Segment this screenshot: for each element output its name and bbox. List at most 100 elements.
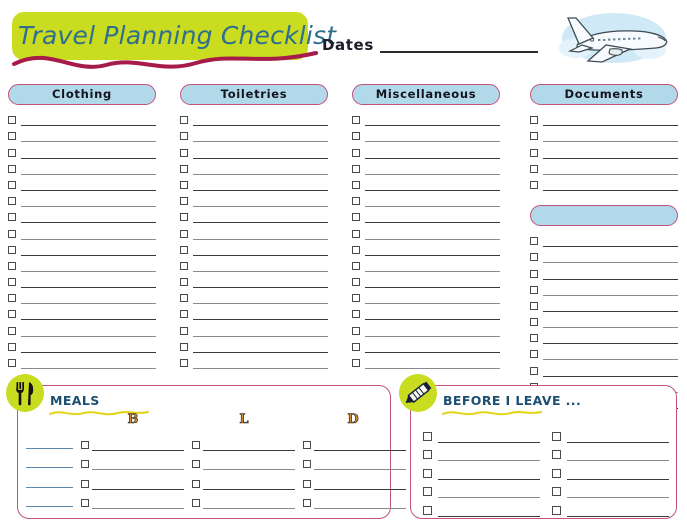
checkbox[interactable] bbox=[303, 440, 311, 449]
checkbox[interactable] bbox=[352, 342, 360, 351]
checkbox[interactable] bbox=[81, 499, 89, 507]
checkbox[interactable] bbox=[423, 431, 432, 441]
checkbox[interactable] bbox=[180, 342, 188, 351]
write-line[interactable] bbox=[365, 238, 500, 240]
checkbox[interactable] bbox=[180, 359, 188, 367]
checkbox[interactable] bbox=[530, 366, 538, 375]
checkbox[interactable] bbox=[81, 479, 89, 488]
write-line[interactable] bbox=[567, 515, 669, 517]
checkbox[interactable] bbox=[8, 245, 16, 254]
checkbox[interactable] bbox=[81, 440, 89, 449]
checkbox[interactable] bbox=[530, 334, 538, 343]
checkbox[interactable] bbox=[352, 164, 360, 173]
write-line[interactable] bbox=[543, 157, 678, 159]
checkbox[interactable] bbox=[180, 229, 188, 238]
checkbox[interactable] bbox=[352, 180, 360, 189]
write-line[interactable] bbox=[193, 141, 328, 143]
write-line[interactable] bbox=[21, 351, 156, 353]
checkbox[interactable] bbox=[180, 213, 188, 222]
checkbox[interactable] bbox=[8, 132, 16, 141]
checkbox[interactable] bbox=[352, 310, 360, 319]
checkbox[interactable] bbox=[423, 505, 432, 515]
checkbox[interactable] bbox=[530, 132, 538, 141]
checkbox[interactable] bbox=[8, 229, 16, 238]
checkbox[interactable] bbox=[180, 326, 188, 335]
checkbox[interactable] bbox=[192, 460, 200, 468]
write-line[interactable] bbox=[21, 368, 156, 369]
checkbox[interactable] bbox=[552, 468, 561, 478]
checkbox[interactable] bbox=[303, 479, 311, 488]
checkbox[interactable] bbox=[8, 326, 16, 335]
write-line[interactable] bbox=[21, 157, 156, 159]
checkbox[interactable] bbox=[352, 116, 360, 125]
write-line[interactable] bbox=[314, 488, 406, 490]
write-line[interactable] bbox=[365, 287, 500, 289]
checkbox[interactable] bbox=[423, 487, 432, 497]
checkbox[interactable] bbox=[180, 310, 188, 319]
write-line[interactable] bbox=[92, 508, 184, 509]
checkbox[interactable] bbox=[8, 261, 16, 270]
checkbox[interactable] bbox=[8, 164, 16, 173]
write-line[interactable] bbox=[543, 278, 678, 280]
write-line[interactable] bbox=[365, 173, 500, 175]
write-line[interactable] bbox=[365, 319, 500, 321]
checkbox[interactable] bbox=[180, 197, 188, 206]
checkbox[interactable] bbox=[530, 116, 538, 125]
write-line[interactable] bbox=[365, 206, 500, 208]
checkbox[interactable] bbox=[180, 148, 188, 157]
write-line[interactable] bbox=[314, 449, 406, 451]
write-line[interactable] bbox=[21, 189, 156, 191]
write-line[interactable] bbox=[193, 270, 328, 272]
write-line[interactable] bbox=[21, 222, 156, 224]
write-line[interactable] bbox=[365, 189, 500, 191]
write-line[interactable] bbox=[365, 222, 500, 224]
write-line[interactable] bbox=[193, 125, 328, 127]
write-line[interactable] bbox=[543, 327, 678, 329]
write-line[interactable] bbox=[21, 270, 156, 272]
checkbox[interactable] bbox=[423, 468, 432, 478]
checkbox[interactable] bbox=[303, 460, 311, 468]
checkbox[interactable] bbox=[8, 213, 16, 222]
write-line[interactable] bbox=[438, 441, 540, 443]
write-line[interactable] bbox=[21, 335, 156, 337]
write-line[interactable] bbox=[543, 246, 678, 248]
checkbox[interactable] bbox=[303, 499, 311, 507]
write-line[interactable] bbox=[193, 287, 328, 289]
write-line[interactable] bbox=[567, 441, 669, 443]
checkbox[interactable] bbox=[530, 148, 538, 157]
write-line[interactable] bbox=[193, 335, 328, 337]
write-line[interactable] bbox=[365, 254, 500, 256]
dates-input-line[interactable] bbox=[380, 51, 538, 53]
write-line[interactable] bbox=[193, 238, 328, 240]
meal-date-line[interactable] bbox=[26, 447, 73, 449]
checkbox[interactable] bbox=[8, 310, 16, 319]
write-line[interactable] bbox=[193, 319, 328, 321]
write-line[interactable] bbox=[365, 270, 500, 272]
checkbox[interactable] bbox=[530, 285, 538, 294]
write-line[interactable] bbox=[92, 449, 184, 451]
checkbox[interactable] bbox=[180, 245, 188, 254]
write-line[interactable] bbox=[438, 515, 540, 517]
write-line[interactable] bbox=[193, 206, 328, 208]
write-line[interactable] bbox=[21, 238, 156, 240]
write-line[interactable] bbox=[543, 125, 678, 127]
write-line[interactable] bbox=[365, 351, 500, 353]
write-line[interactable] bbox=[543, 375, 678, 377]
write-line[interactable] bbox=[543, 294, 678, 296]
write-line[interactable] bbox=[193, 368, 328, 369]
write-line[interactable] bbox=[193, 254, 328, 256]
write-line[interactable] bbox=[567, 460, 669, 462]
checkbox[interactable] bbox=[530, 180, 538, 189]
checkbox[interactable] bbox=[530, 318, 538, 327]
write-line[interactable] bbox=[21, 206, 156, 208]
checkbox[interactable] bbox=[192, 479, 200, 488]
checkbox[interactable] bbox=[423, 450, 432, 460]
checkbox[interactable] bbox=[530, 350, 538, 359]
write-line[interactable] bbox=[543, 141, 678, 143]
checkbox[interactable] bbox=[180, 116, 188, 125]
checkbox[interactable] bbox=[8, 197, 16, 206]
checkbox[interactable] bbox=[180, 294, 188, 303]
checkbox[interactable] bbox=[530, 237, 538, 246]
write-line[interactable] bbox=[543, 343, 678, 345]
write-line[interactable] bbox=[92, 469, 184, 470]
